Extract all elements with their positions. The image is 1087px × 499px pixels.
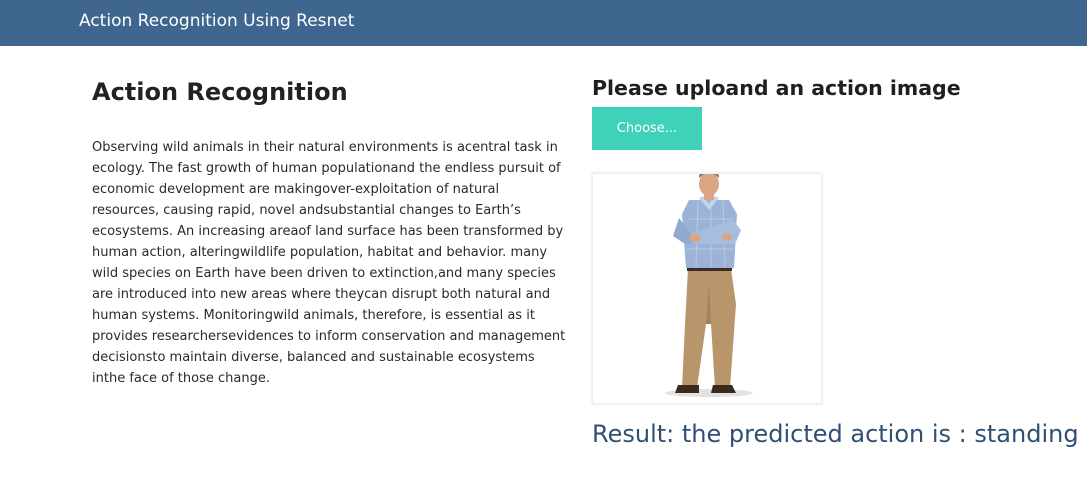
choose-file-button[interactable]: Choose...: [592, 107, 702, 150]
upload-section: Please uploand an action image Choose...: [592, 74, 1079, 449]
prediction-result: Result: the predicted action is : standi…: [592, 420, 1079, 448]
description-section: Action Recognition Observing wild animal…: [92, 76, 568, 389]
navbar-brand[interactable]: Action Recognition Using Resnet: [79, 11, 354, 31]
top-navbar: Action Recognition Using Resnet: [0, 0, 1087, 46]
uploaded-image-preview: [592, 173, 822, 404]
section-title: Action Recognition: [92, 78, 348, 106]
upload-title: Please uploand an action image: [592, 76, 961, 100]
description-text: Observing wild animals in their natural …: [92, 140, 566, 386]
standing-person-image: [665, 174, 753, 397]
